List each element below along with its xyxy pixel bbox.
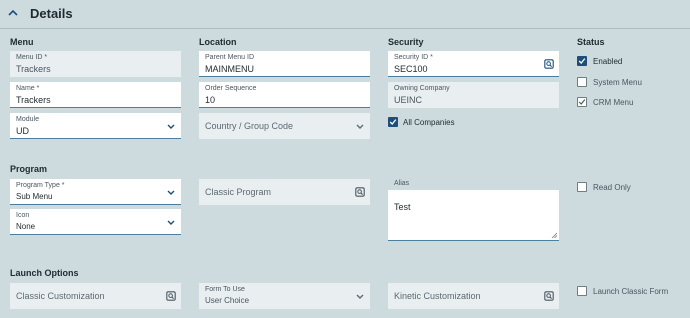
owning-company-field: Owning Company UEINC xyxy=(388,82,559,108)
icon-label: Icon xyxy=(16,212,30,219)
details-header[interactable]: Details xyxy=(0,0,690,29)
read-only-label: Read Only xyxy=(593,183,631,192)
alias-label: Alias xyxy=(394,180,410,187)
chevron-down-icon[interactable] xyxy=(166,217,176,227)
chevron-down-icon[interactable] xyxy=(166,121,176,131)
search-icon[interactable] xyxy=(166,291,176,301)
module-value: UD xyxy=(16,126,29,136)
program-type-select[interactable]: Program Type * Sub Menu xyxy=(10,179,181,205)
enabled-label: Enabled xyxy=(593,57,623,66)
parent-menu-id-field[interactable]: Parent Menu ID MAINMENU xyxy=(199,51,370,77)
check-icon xyxy=(389,119,397,125)
search-icon[interactable] xyxy=(544,291,554,301)
country-group-code-placeholder: Country / Group Code xyxy=(205,121,294,131)
form-to-use-value: User Choice xyxy=(205,296,250,305)
check-icon xyxy=(578,99,586,105)
security-heading: Security xyxy=(388,37,424,47)
classic-customization-placeholder: Classic Customization xyxy=(16,291,105,301)
kinetic-customization-field[interactable]: Kinetic Customization xyxy=(388,283,559,309)
name-value[interactable]: Trackers xyxy=(16,95,51,105)
launch-classic-form-checkbox[interactable] xyxy=(577,286,587,296)
check-icon xyxy=(578,58,586,64)
classic-customization-field[interactable]: Classic Customization xyxy=(10,283,181,309)
all-companies-label: All Companies xyxy=(403,118,455,127)
order-sequence-label: Order Sequence xyxy=(205,85,257,92)
form-to-use-select[interactable]: Form To Use User Choice xyxy=(199,283,370,309)
parent-menu-id-value[interactable]: MAINMENU xyxy=(205,64,254,74)
enabled-checkbox[interactable] xyxy=(577,56,587,66)
launch-classic-form-label: Launch Classic Form xyxy=(593,287,669,296)
kinetic-customization-placeholder: Kinetic Customization xyxy=(394,291,481,301)
alias-value[interactable]: Test xyxy=(394,202,411,212)
alias-textarea[interactable]: Alias Test xyxy=(388,180,559,241)
program-type-label: Program Type * xyxy=(16,182,65,189)
search-icon[interactable] xyxy=(544,58,554,69)
name-field[interactable]: Name * Trackers xyxy=(10,82,181,108)
icon-select[interactable]: Icon None xyxy=(10,209,181,235)
chevron-down-icon[interactable] xyxy=(166,187,176,197)
name-label: Name * xyxy=(16,85,40,92)
menu-id-field: Menu ID * Trackers xyxy=(10,51,181,77)
resize-grip-icon[interactable] xyxy=(551,232,557,238)
security-id-field[interactable]: Security ID * SEC100 xyxy=(388,51,559,77)
search-icon[interactable] xyxy=(355,187,365,197)
security-id-value[interactable]: SEC100 xyxy=(394,64,428,74)
read-only-checkbox[interactable] xyxy=(577,182,587,192)
system-menu-label: System Menu xyxy=(593,78,642,87)
status-heading: Status xyxy=(577,37,605,47)
icon-value: None xyxy=(16,222,36,231)
section-title: Details xyxy=(30,6,73,21)
owning-company-label: Owning Company xyxy=(394,85,450,92)
order-sequence-field[interactable]: Order Sequence 10 xyxy=(199,82,370,108)
menu-id-value: Trackers xyxy=(16,64,51,74)
crm-menu-label: CRM Menu xyxy=(593,98,634,107)
chevron-down-icon[interactable] xyxy=(355,291,365,301)
parent-menu-id-label: Parent Menu ID xyxy=(205,54,255,61)
chevron-up-icon[interactable] xyxy=(8,8,18,18)
owning-company-value: UEINC xyxy=(394,95,423,105)
country-group-code-select[interactable]: Country / Group Code xyxy=(199,113,370,139)
security-id-label: Security ID * xyxy=(394,54,433,61)
menu-heading: Menu xyxy=(10,37,34,47)
menu-id-label: Menu ID * xyxy=(16,54,48,61)
classic-program-field[interactable]: Classic Program xyxy=(199,179,370,205)
classic-program-placeholder: Classic Program xyxy=(205,187,272,197)
system-menu-checkbox[interactable] xyxy=(577,77,587,87)
chevron-down-icon[interactable] xyxy=(355,121,365,131)
order-sequence-value[interactable]: 10 xyxy=(205,95,215,105)
crm-menu-checkbox[interactable] xyxy=(577,97,587,107)
form-to-use-label: Form To Use xyxy=(205,286,245,293)
module-label: Module xyxy=(16,116,39,123)
all-companies-checkbox[interactable] xyxy=(388,117,398,127)
location-heading: Location xyxy=(199,37,237,47)
launch-options-heading: Launch Options xyxy=(10,268,79,278)
program-heading: Program xyxy=(10,164,48,174)
program-type-value: Sub Menu xyxy=(16,192,53,201)
module-select[interactable]: Module UD xyxy=(10,113,181,139)
